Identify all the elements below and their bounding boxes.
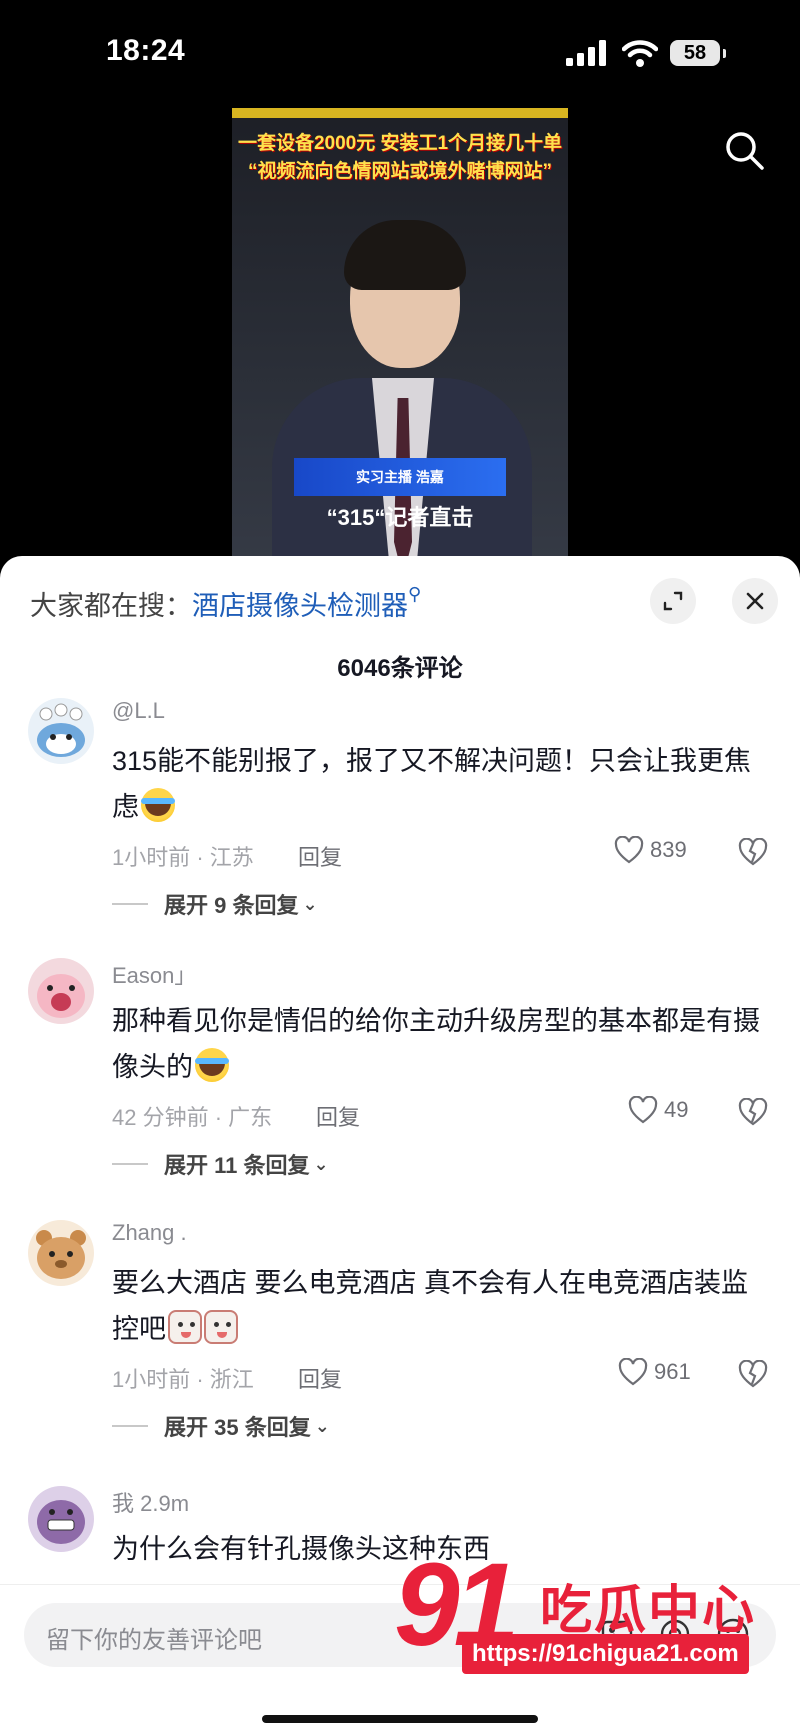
expand-replies-button[interactable]: 展开 35 条回复 ⌄ xyxy=(112,1410,330,1442)
comment-item: Eason」 那种看见你是情侣的给你主动升级房型的基本都是有摄像头的 42 分钟… xyxy=(0,958,800,1188)
headline-line-2: “视频流向色情网站或境外赌博网站” xyxy=(247,161,552,182)
avatar[interactable] xyxy=(28,1220,94,1286)
chevron-down-icon: ⌄ xyxy=(313,1153,329,1174)
comment-meta: 1小时前 · 浙江 xyxy=(112,1367,254,1392)
broken-heart-icon[interactable] xyxy=(738,1098,768,1126)
site-watermark: 91 吃瓜中心 https://91chigua21.com xyxy=(394,1546,784,1686)
comment-body: 315能不能别报了，报了又不解决问题！只会让我更焦虑 xyxy=(112,746,752,822)
comment-text: 315能不能别报了，报了又不解决问题！只会让我更焦虑 xyxy=(112,738,772,830)
chevron-down-icon: ⌄ xyxy=(314,1415,330,1436)
comment-input-placeholder: 留下你的友善评论吧 xyxy=(46,1627,262,1654)
dog-face-emoji-icon xyxy=(168,1310,202,1344)
comment-item: @L.L 315能不能别报了，报了又不解决问题！只会让我更焦虑 1小时前 · 江… xyxy=(0,698,800,928)
username[interactable]: Eason」 xyxy=(112,958,196,990)
trending-term-link[interactable]: 酒店摄像头检测器 xyxy=(192,591,408,621)
headline-strip xyxy=(232,108,568,118)
heart-icon xyxy=(614,836,644,864)
username[interactable]: @L.L xyxy=(112,698,165,724)
comment-meta: 1小时前 · 江苏 xyxy=(112,845,254,870)
comment-text: 那种看见你是情侣的给你主动升级房型的基本都是有摄像头的 xyxy=(112,998,772,1090)
status-bar: 18:24 58 xyxy=(0,0,800,110)
like-count: 49 xyxy=(664,1097,689,1122)
expand-replies-label: 展开 9 条回复 xyxy=(164,893,299,918)
comment-item: Zhang . 要么大酒店 要么电竞酒店 真不会有人在电竞酒店装监控吧 1小时前… xyxy=(0,1220,800,1450)
reply-button[interactable]: 回复 xyxy=(298,1362,342,1394)
expand-replies-label: 展开 11 条回复 xyxy=(164,1153,310,1178)
close-button[interactable] xyxy=(732,578,778,624)
like-button[interactable]: 49 xyxy=(628,1096,688,1124)
cry-laugh-emoji-icon xyxy=(141,788,175,822)
battery-indicator: 58 xyxy=(670,40,726,66)
expand-button[interactable] xyxy=(650,578,696,624)
video-headline: 一套设备2000元 安装工1个月接几十单 “视频流向色情网站或境外赌博网站” xyxy=(232,130,568,186)
like-button[interactable]: 839 xyxy=(614,836,687,864)
close-icon xyxy=(746,592,764,610)
trending-prefix: 大家都在搜： xyxy=(30,591,192,621)
home-indicator[interactable] xyxy=(262,1715,538,1723)
like-count: 839 xyxy=(650,837,687,862)
heart-icon xyxy=(618,1358,648,1386)
trending-search[interactable]: 大家都在搜：酒店摄像头检测器⚲ xyxy=(30,584,421,623)
like-count: 961 xyxy=(654,1359,691,1384)
broken-heart-icon[interactable] xyxy=(738,1360,768,1388)
expand-replies-button[interactable]: 展开 11 条回复 ⌄ xyxy=(112,1148,329,1180)
clock: 18:24 xyxy=(106,34,186,67)
search-small-icon: ⚲ xyxy=(408,584,422,604)
avatar[interactable] xyxy=(28,698,94,764)
avatar[interactable] xyxy=(28,958,94,1024)
username[interactable]: 我 2.9m xyxy=(112,1486,189,1518)
comment-text: 要么大酒店 要么电竞酒店 真不会有人在电竞酒店装监控吧 xyxy=(112,1260,772,1352)
headline-line-1: 一套设备2000元 安装工1个月接几十单 xyxy=(237,133,563,154)
like-button[interactable]: 961 xyxy=(618,1358,691,1386)
watermark-url: https://91chigua21.com xyxy=(462,1634,749,1674)
comment-meta: 42 分钟前 · 广东 xyxy=(112,1105,273,1130)
reply-button[interactable]: 回复 xyxy=(298,840,342,872)
username[interactable]: Zhang . xyxy=(112,1220,187,1246)
chevron-down-icon: ⌄ xyxy=(302,893,318,914)
wifi-icon xyxy=(622,40,658,67)
expand-icon xyxy=(663,591,683,611)
dog-face-emoji-icon xyxy=(204,1310,238,1344)
cellular-signal-icon xyxy=(566,40,608,66)
avatar[interactable] xyxy=(28,1486,94,1552)
reply-button[interactable]: 回复 xyxy=(316,1100,360,1132)
program-caption: “315“记者直击 xyxy=(326,505,474,530)
broken-heart-icon[interactable] xyxy=(738,838,768,866)
comment-count: 6046条评论 xyxy=(337,655,463,682)
expand-replies-button[interactable]: 展开 9 条回复 ⌄ xyxy=(112,888,318,920)
expand-replies-label: 展开 35 条回复 xyxy=(164,1415,311,1440)
heart-icon xyxy=(628,1096,658,1124)
anchor-name-bar: 实习主播 浩嘉 xyxy=(294,458,506,496)
cry-laugh-emoji-icon xyxy=(195,1048,229,1082)
video-player[interactable]: 一套设备2000元 安装工1个月接几十单 “视频流向色情网站或境外赌博网站” 实… xyxy=(232,108,568,560)
watermark-name: 吃瓜中心 xyxy=(540,1582,757,1640)
search-icon[interactable] xyxy=(722,128,766,172)
